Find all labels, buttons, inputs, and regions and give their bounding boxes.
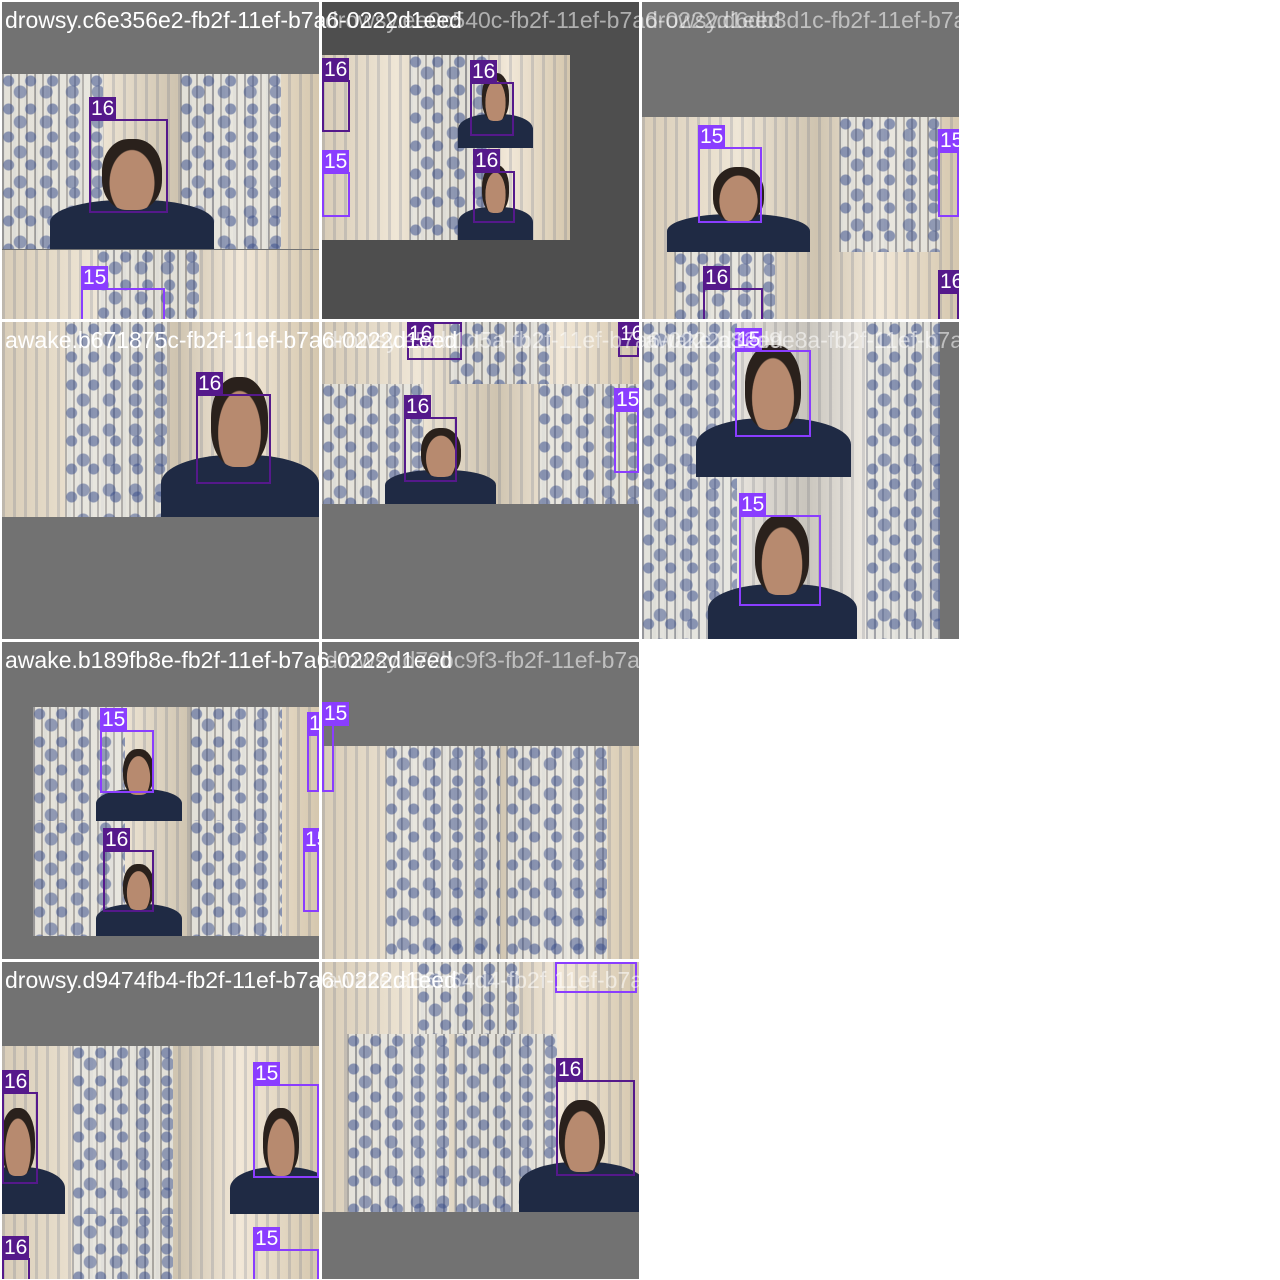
mosaic-tile-8: 15 bbox=[322, 642, 639, 959]
bounding-box-class-15: 15 bbox=[614, 388, 639, 473]
bounding-box-class-16: 16 bbox=[938, 270, 959, 319]
bounding-box-class-16: 16 bbox=[556, 1058, 635, 1176]
webcam-photo bbox=[322, 746, 639, 959]
bounding-box-class-15: 15 bbox=[322, 702, 350, 792]
box-label: 16 bbox=[556, 1058, 584, 1082]
bounding-box-class-16: 16 bbox=[2, 1236, 30, 1279]
mosaic-tile-9: 16 15 16 15 bbox=[2, 962, 319, 1279]
box-label: 15 bbox=[322, 150, 350, 174]
bounding-box-class-16: 16 bbox=[404, 395, 457, 482]
webcam-photo bbox=[642, 117, 959, 252]
image-caption: awake.a86b64d4-fb2f-11ef-b7a6-0222d1eed5 bbox=[325, 967, 792, 993]
bounding-box-class-15: 15 bbox=[307, 712, 319, 792]
box-label: 15 bbox=[322, 702, 350, 726]
bounding-box-class-15: 15 bbox=[739, 493, 821, 606]
box-label: 16 bbox=[103, 828, 131, 852]
webcam-photo bbox=[642, 252, 959, 319]
box-label: 15 bbox=[739, 493, 767, 517]
bounding-box-class-16: 16 bbox=[470, 60, 514, 136]
webcam-photo bbox=[322, 384, 639, 504]
bounding-box-class-16: 16 bbox=[196, 372, 271, 484]
box-label: 15 bbox=[100, 708, 128, 732]
box-label: 16 bbox=[196, 372, 224, 396]
box-label: 16 bbox=[404, 395, 432, 419]
bounding-box-class-15: 15 bbox=[938, 129, 959, 217]
box-label: 15 bbox=[81, 266, 109, 290]
bounding-box-class-16: 16 bbox=[703, 266, 763, 319]
image-caption: awake.a82d9e8a-fb2f-11ef-b7a6-0222d1eed bbox=[645, 327, 1099, 353]
box-label: 16 bbox=[89, 97, 117, 121]
bounding-box-class-15: 15 bbox=[698, 125, 762, 223]
mosaic-tile-7: 15 15 16 15 bbox=[2, 642, 319, 959]
webcam-photo bbox=[322, 55, 570, 240]
mosaic-tile-2: 16 16 15 16 bbox=[322, 2, 639, 319]
webcam-photo bbox=[33, 821, 319, 936]
box-label: 15 bbox=[303, 828, 319, 852]
bounding-box-class-15: 15 bbox=[253, 1227, 319, 1279]
bounding-box-class-16: 16 bbox=[473, 149, 515, 223]
mosaic-tile-1: 16 15 bbox=[2, 2, 319, 319]
bounding-box-class-15: 15 bbox=[100, 708, 154, 793]
box-label: 16 bbox=[2, 1236, 30, 1260]
box-label: 15 bbox=[253, 1062, 281, 1086]
bounding-box-class-15: 15 bbox=[253, 1062, 319, 1178]
bounding-box-class-15: 15 bbox=[303, 828, 319, 912]
bounding-box-class-15: 15 bbox=[81, 266, 165, 319]
box-label: 15 bbox=[307, 712, 319, 736]
box-label: 16 bbox=[703, 266, 731, 290]
box-label: 15 bbox=[253, 1227, 281, 1251]
mosaic-tile-5: 16 16 16 15 bbox=[322, 322, 639, 639]
mosaic-tile-10: 15 16 bbox=[322, 962, 639, 1279]
box-label: 16 bbox=[470, 60, 498, 84]
box-label: 15 bbox=[698, 125, 726, 149]
box-label: 15 bbox=[614, 388, 639, 412]
box-label: 15 bbox=[938, 129, 959, 153]
bounding-box-class-16: 16 bbox=[89, 97, 168, 213]
webcam-photo bbox=[33, 707, 319, 821]
box-label: 16 bbox=[2, 1070, 30, 1094]
mosaic-tile-6: 15 15 bbox=[642, 322, 959, 639]
bounding-box-class-15: 15 bbox=[322, 150, 350, 217]
box-label: 16 bbox=[473, 149, 501, 173]
box-label: 16 bbox=[938, 270, 959, 294]
bounding-box-class-16: 16 bbox=[103, 828, 154, 912]
bounding-box-class-16: 16 bbox=[322, 58, 350, 132]
bounding-box-class-15: 15 bbox=[735, 328, 811, 437]
box-label: 15 bbox=[555, 962, 583, 964]
box-label: 16 bbox=[322, 58, 350, 82]
mosaic-tile-3: 15 15 16 16 bbox=[642, 2, 959, 319]
bounding-box-class-16: 16 bbox=[2, 1070, 38, 1184]
image-caption: drowsy.d72bc9f3-fb2f-11ef-b7a6-0222d1eed bbox=[325, 647, 776, 673]
image-caption: drowsy.d6db3d1c-fb2f-11ef-b7a6-0222d1eed bbox=[645, 7, 1102, 33]
mosaic-tile-4: 16 bbox=[2, 322, 319, 639]
